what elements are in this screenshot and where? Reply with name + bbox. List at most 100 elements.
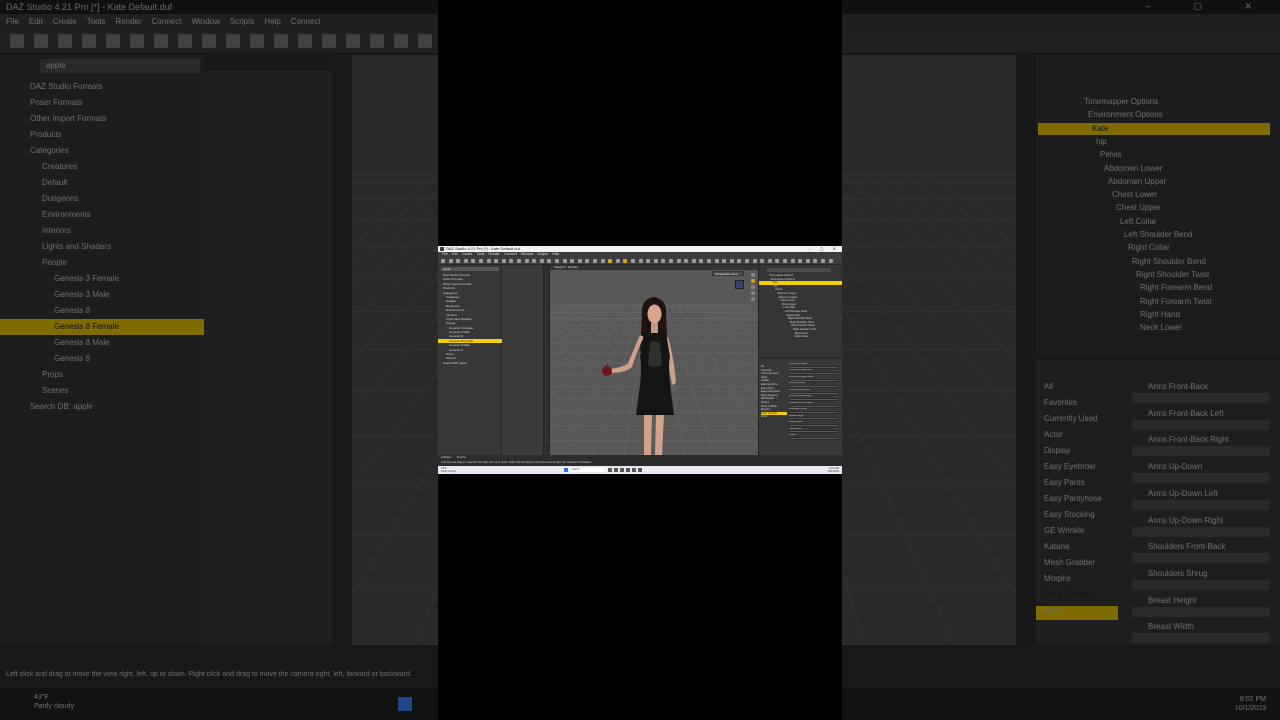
app-icon-2[interactable] (614, 468, 618, 472)
toolbar-icon[interactable] (684, 259, 689, 263)
menu-item-window[interactable]: Window (521, 252, 533, 256)
toolbar-icon[interactable] (593, 259, 597, 263)
app-icon-4[interactable] (626, 468, 630, 472)
app-icon-5[interactable] (632, 468, 636, 472)
parameter-slider[interactable]: Shoulders Front-Back (789, 402, 839, 408)
parameter-slider[interactable]: Chest (789, 434, 839, 440)
parameter-group-item[interactable]: Arms (761, 415, 787, 419)
orbit-icon[interactable] (751, 297, 755, 301)
slider-track[interactable] (789, 410, 839, 414)
toolbar-icon[interactable] (615, 259, 620, 263)
slider-track[interactable] (789, 398, 839, 402)
parameter-slider[interactable]: Breast Height (789, 415, 839, 421)
toolbar-icon[interactable] (737, 259, 742, 263)
start-button[interactable] (564, 468, 568, 472)
toolbar-icon[interactable] (707, 259, 711, 263)
toolbar-icon[interactable] (722, 259, 727, 263)
pan-icon[interactable] (751, 279, 755, 283)
toolbar-icon[interactable] (638, 259, 643, 263)
rotate-icon[interactable] (751, 273, 755, 277)
menu-item-edit[interactable]: Edit (452, 252, 458, 256)
toolbar-icon[interactable] (562, 259, 567, 263)
toolbar-icon[interactable] (676, 259, 681, 263)
viewport[interactable]: Viewport Render Perspective View (550, 265, 758, 455)
menu-item-connect[interactable]: Connect (504, 252, 517, 256)
toolbar-icon[interactable] (828, 259, 833, 263)
slider-track[interactable] (789, 365, 839, 369)
parameter-slider[interactable]: Arms Up-Down (789, 382, 839, 389)
toolbar-icon[interactable] (760, 259, 765, 263)
parameter-slider[interactable]: Arms Up-Down Right (789, 395, 839, 402)
toolbar-icon[interactable] (463, 259, 468, 263)
toolbar-icon[interactable] (532, 259, 537, 263)
scene-filter-input[interactable] (767, 268, 831, 272)
toolbar-icon[interactable] (570, 259, 575, 263)
slider-track[interactable] (789, 423, 839, 427)
parameter-slider[interactable]: Shoulders Shrug (789, 408, 839, 414)
scene-tree-item[interactable]: Neck Lower (759, 335, 842, 339)
menu-item-create[interactable]: Create (462, 252, 473, 256)
toolbar-icon[interactable] (813, 259, 818, 263)
toolbar-icon[interactable] (661, 259, 666, 263)
toolbar-icon[interactable] (509, 259, 514, 263)
toolbar-icon[interactable] (471, 259, 476, 263)
app-icon-3[interactable] (620, 468, 624, 472)
view-dropdown[interactable]: Perspective View (712, 271, 744, 276)
slider-track[interactable] (789, 436, 839, 440)
toolbar-icon[interactable] (798, 259, 803, 263)
toolbar-icon[interactable] (821, 259, 825, 263)
toolbar-icon[interactable] (555, 259, 559, 263)
slider-track[interactable] (789, 417, 839, 421)
slider-track[interactable] (789, 385, 839, 389)
toolbar-icon[interactable] (646, 259, 651, 263)
parameter-slider[interactable]: Breast Width (789, 421, 839, 427)
weather-widget[interactable]: 43°F Partly cloudy (441, 467, 456, 473)
taskbar-search[interactable]: Search (570, 468, 604, 472)
slider-track[interactable] (789, 378, 839, 382)
menu-item-tools[interactable]: Tools (476, 252, 484, 256)
toolbar-icon[interactable] (631, 259, 635, 263)
parameter-slider[interactable]: Arms Front-Back (789, 363, 839, 369)
toolbar-icon[interactable] (691, 259, 696, 263)
toolbar-icon[interactable] (623, 259, 628, 263)
toolbar-icon[interactable] (775, 259, 780, 263)
toolbar-icon[interactable] (653, 259, 658, 263)
toolbar-icon[interactable] (448, 259, 453, 263)
toolbar-icon[interactable] (805, 259, 810, 263)
menu-item-file[interactable]: File (442, 252, 448, 256)
menu-item-scripts[interactable]: Scripts (537, 252, 548, 256)
toolbar-icon[interactable] (745, 259, 749, 263)
app-icon-6[interactable] (638, 468, 642, 472)
parameter-slider[interactable]: Arms Front-Back Left (789, 369, 839, 376)
toolbar-icon[interactable] (577, 259, 582, 263)
toolbar-icon[interactable] (456, 259, 461, 263)
toolbar-icon[interactable] (783, 259, 787, 263)
tab-timeline[interactable]: Timeline (456, 456, 466, 459)
menu-item-help[interactable]: Help (552, 252, 559, 256)
toolbar-icon[interactable] (479, 259, 483, 263)
view-cube[interactable] (735, 280, 744, 289)
toolbar-icon[interactable] (767, 259, 772, 263)
parameter-slider[interactable]: Arms Front-Back Right (789, 376, 839, 382)
toolbar-icon[interactable] (699, 259, 704, 263)
toolbar-icon[interactable] (729, 259, 734, 263)
toolbar-icon[interactable] (585, 259, 590, 263)
library-search-input[interactable]: apple (441, 267, 499, 271)
toolbar-icon[interactable] (547, 259, 552, 263)
toolbar-icon[interactable] (608, 259, 613, 263)
toolbar-icon[interactable] (752, 259, 757, 263)
slider-track[interactable] (789, 404, 839, 408)
toolbar-icon[interactable] (714, 259, 719, 263)
toolbar-icon[interactable] (441, 259, 445, 263)
zoom-icon[interactable] (751, 285, 755, 289)
parameter-slider[interactable]: Arms Up-Down Left (789, 389, 839, 395)
toolbar-icon[interactable] (501, 259, 506, 263)
toolbar-icon[interactable] (539, 259, 544, 263)
slider-track[interactable] (789, 372, 839, 376)
toolbar-icon[interactable] (600, 259, 605, 263)
tab-animate2[interactable]: aniMate2 (441, 456, 452, 459)
toolbar-icon[interactable] (524, 259, 529, 263)
menu-item-render[interactable]: Render (488, 252, 499, 256)
app-icon-1[interactable] (608, 468, 612, 472)
toolbar-icon[interactable] (494, 259, 499, 263)
